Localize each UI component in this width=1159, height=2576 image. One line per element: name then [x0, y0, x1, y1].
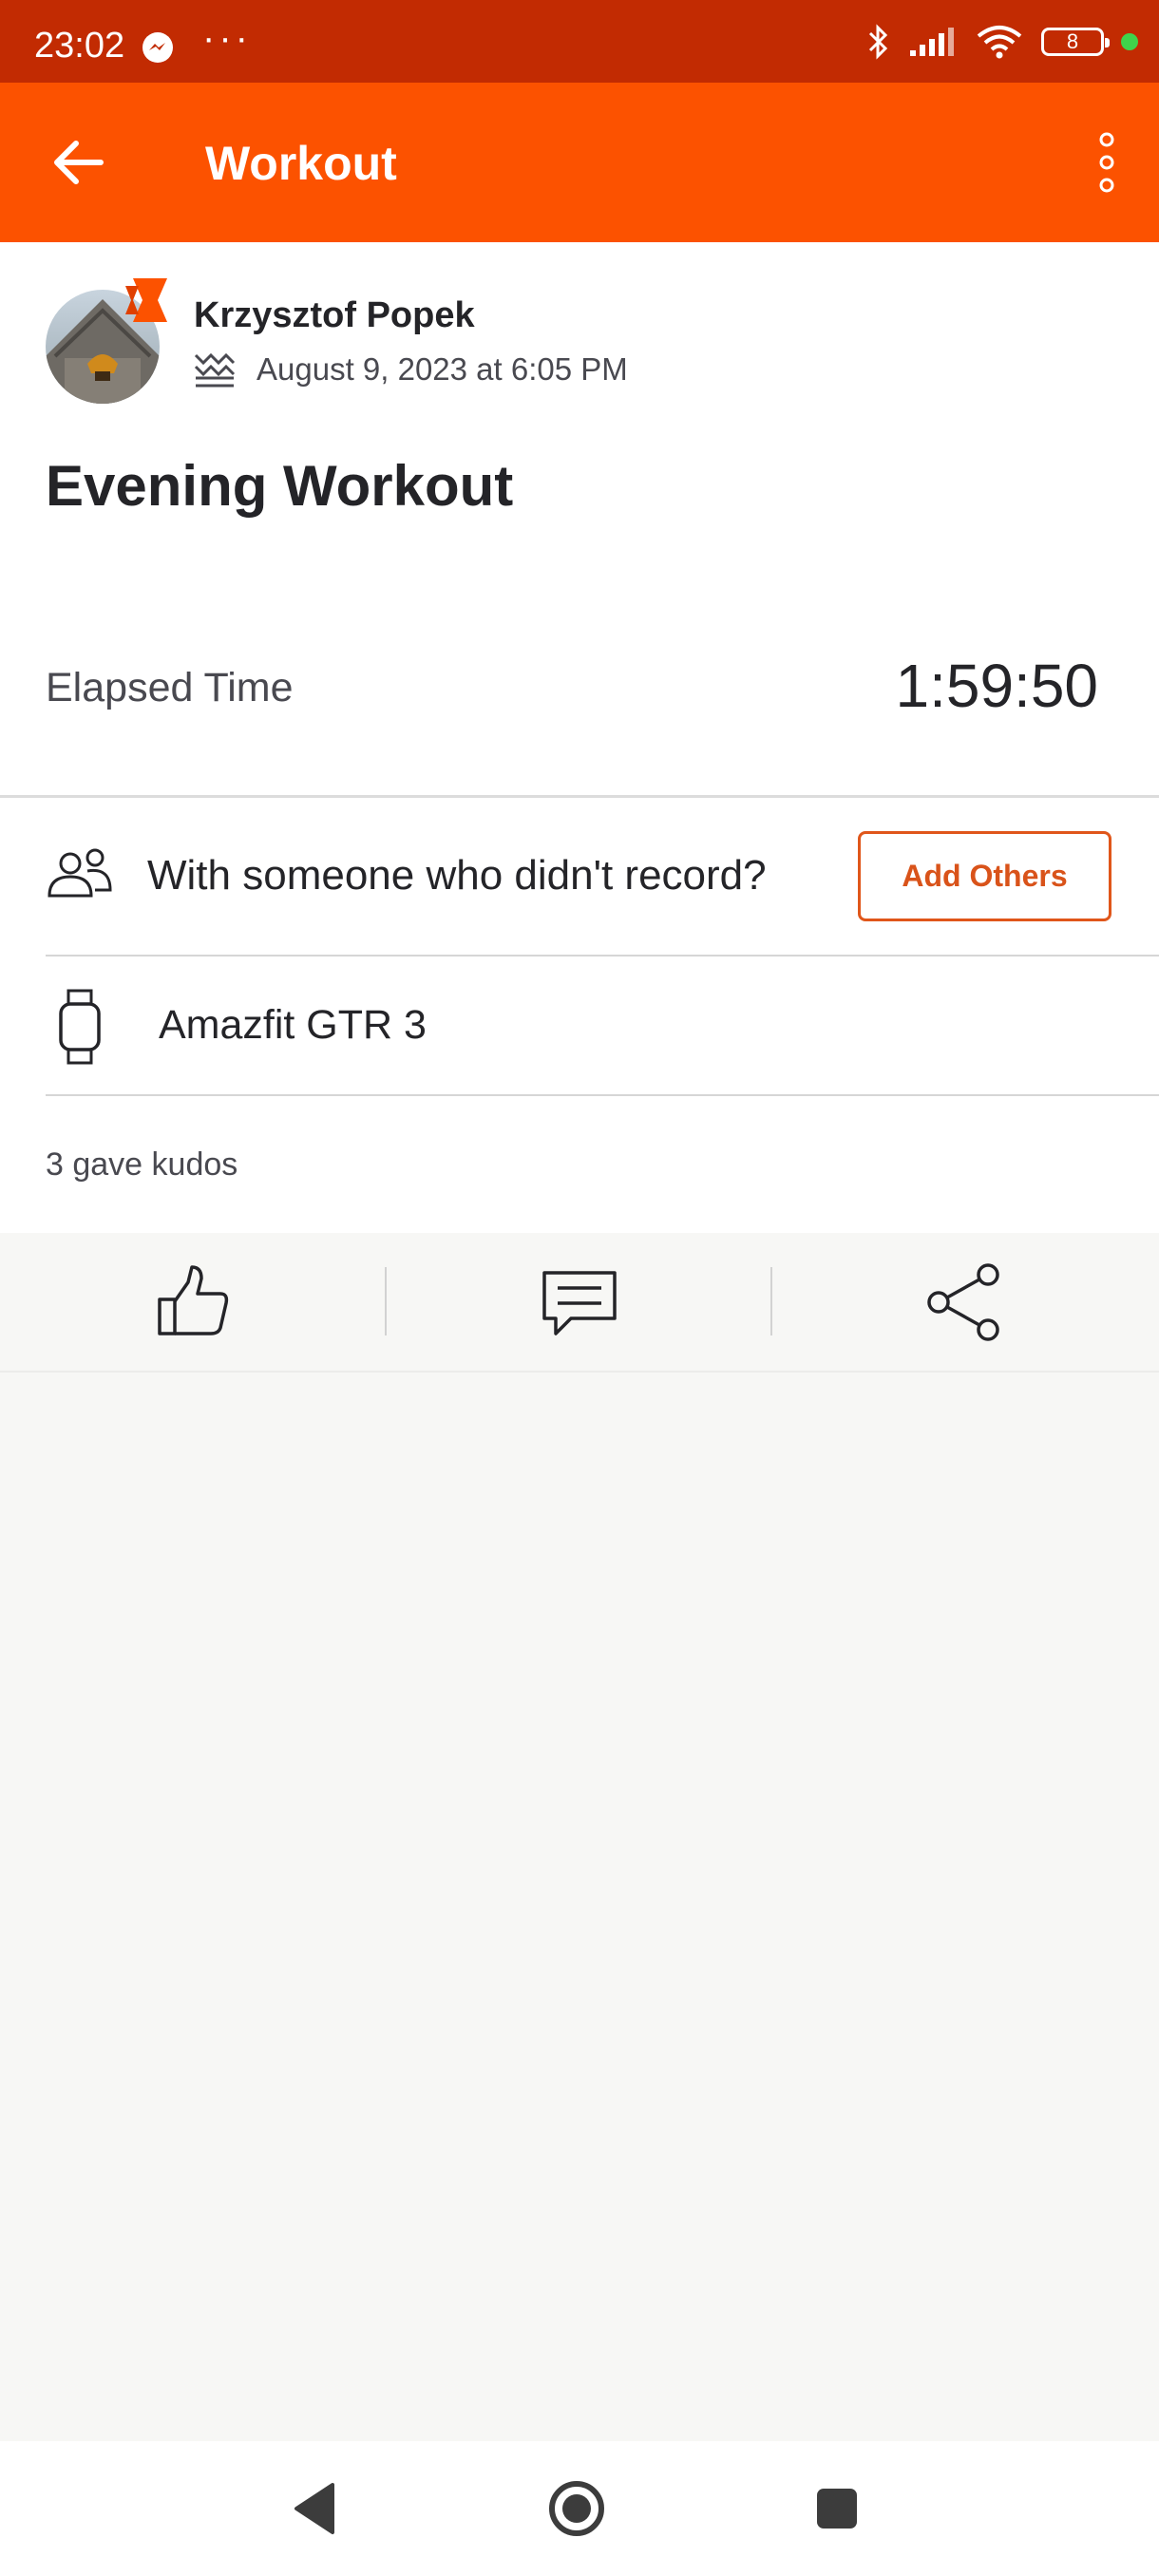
comment-icon[interactable]	[537, 1260, 622, 1345]
charging-dot-icon	[1121, 33, 1138, 50]
activity-date: August 9, 2023 at 6:05 PM	[256, 351, 628, 387]
action-divider	[770, 1267, 772, 1335]
action-divider	[385, 1267, 387, 1335]
divider	[46, 955, 1159, 957]
athlete-name[interactable]: Krzysztof Popek	[194, 295, 475, 336]
subscriber-badge-icon	[125, 278, 167, 322]
device-name: Amazfit GTR 3	[159, 1002, 427, 1048]
with-others-prompt: With someone who didn't record?	[147, 852, 767, 899]
watch-icon	[59, 989, 101, 1065]
workout-type-icon	[194, 352, 236, 388]
divider	[0, 795, 1159, 798]
battery-icon: 8	[1041, 28, 1110, 56]
system-nav-bar	[0, 2441, 1159, 2576]
messenger-icon	[142, 32, 173, 63]
add-others-label: Add Others	[902, 859, 1068, 893]
more-vertical-icon[interactable]	[1074, 124, 1140, 200]
back-triangle-icon[interactable]	[283, 2477, 346, 2540]
add-others-button[interactable]: Add Others	[858, 831, 1112, 921]
page-title: Workout	[205, 137, 397, 190]
action-bar	[0, 1233, 1159, 1373]
stat-value: 1:59:50	[895, 652, 1098, 720]
status-time: 23:02	[34, 26, 125, 66]
app-bar: Workout	[0, 83, 1159, 242]
people-icon	[48, 848, 112, 898]
status-more-dots: ···	[202, 17, 252, 59]
thumbs-up-icon[interactable]	[150, 1260, 236, 1345]
battery-level: 8	[1066, 29, 1079, 53]
activity-title: Evening Workout	[46, 454, 514, 518]
kudos-count[interactable]: 3 gave kudos	[46, 1146, 238, 1184]
arrow-left-icon[interactable]	[42, 124, 118, 200]
recents-square-icon[interactable]	[806, 2477, 868, 2540]
divider	[46, 1094, 1159, 1096]
wifi-icon	[977, 26, 1022, 59]
signal-icon	[910, 28, 954, 56]
bluetooth-icon	[868, 24, 888, 60]
activity-card: Krzysztof Popek August 9, 2023 at 6:05 P…	[0, 242, 1159, 1233]
share-icon[interactable]	[923, 1260, 1009, 1345]
status-bar: 23:02 ··· 8	[0, 0, 1159, 83]
stat-label: Elapsed Time	[46, 665, 294, 710]
home-circle-icon[interactable]	[545, 2477, 608, 2540]
